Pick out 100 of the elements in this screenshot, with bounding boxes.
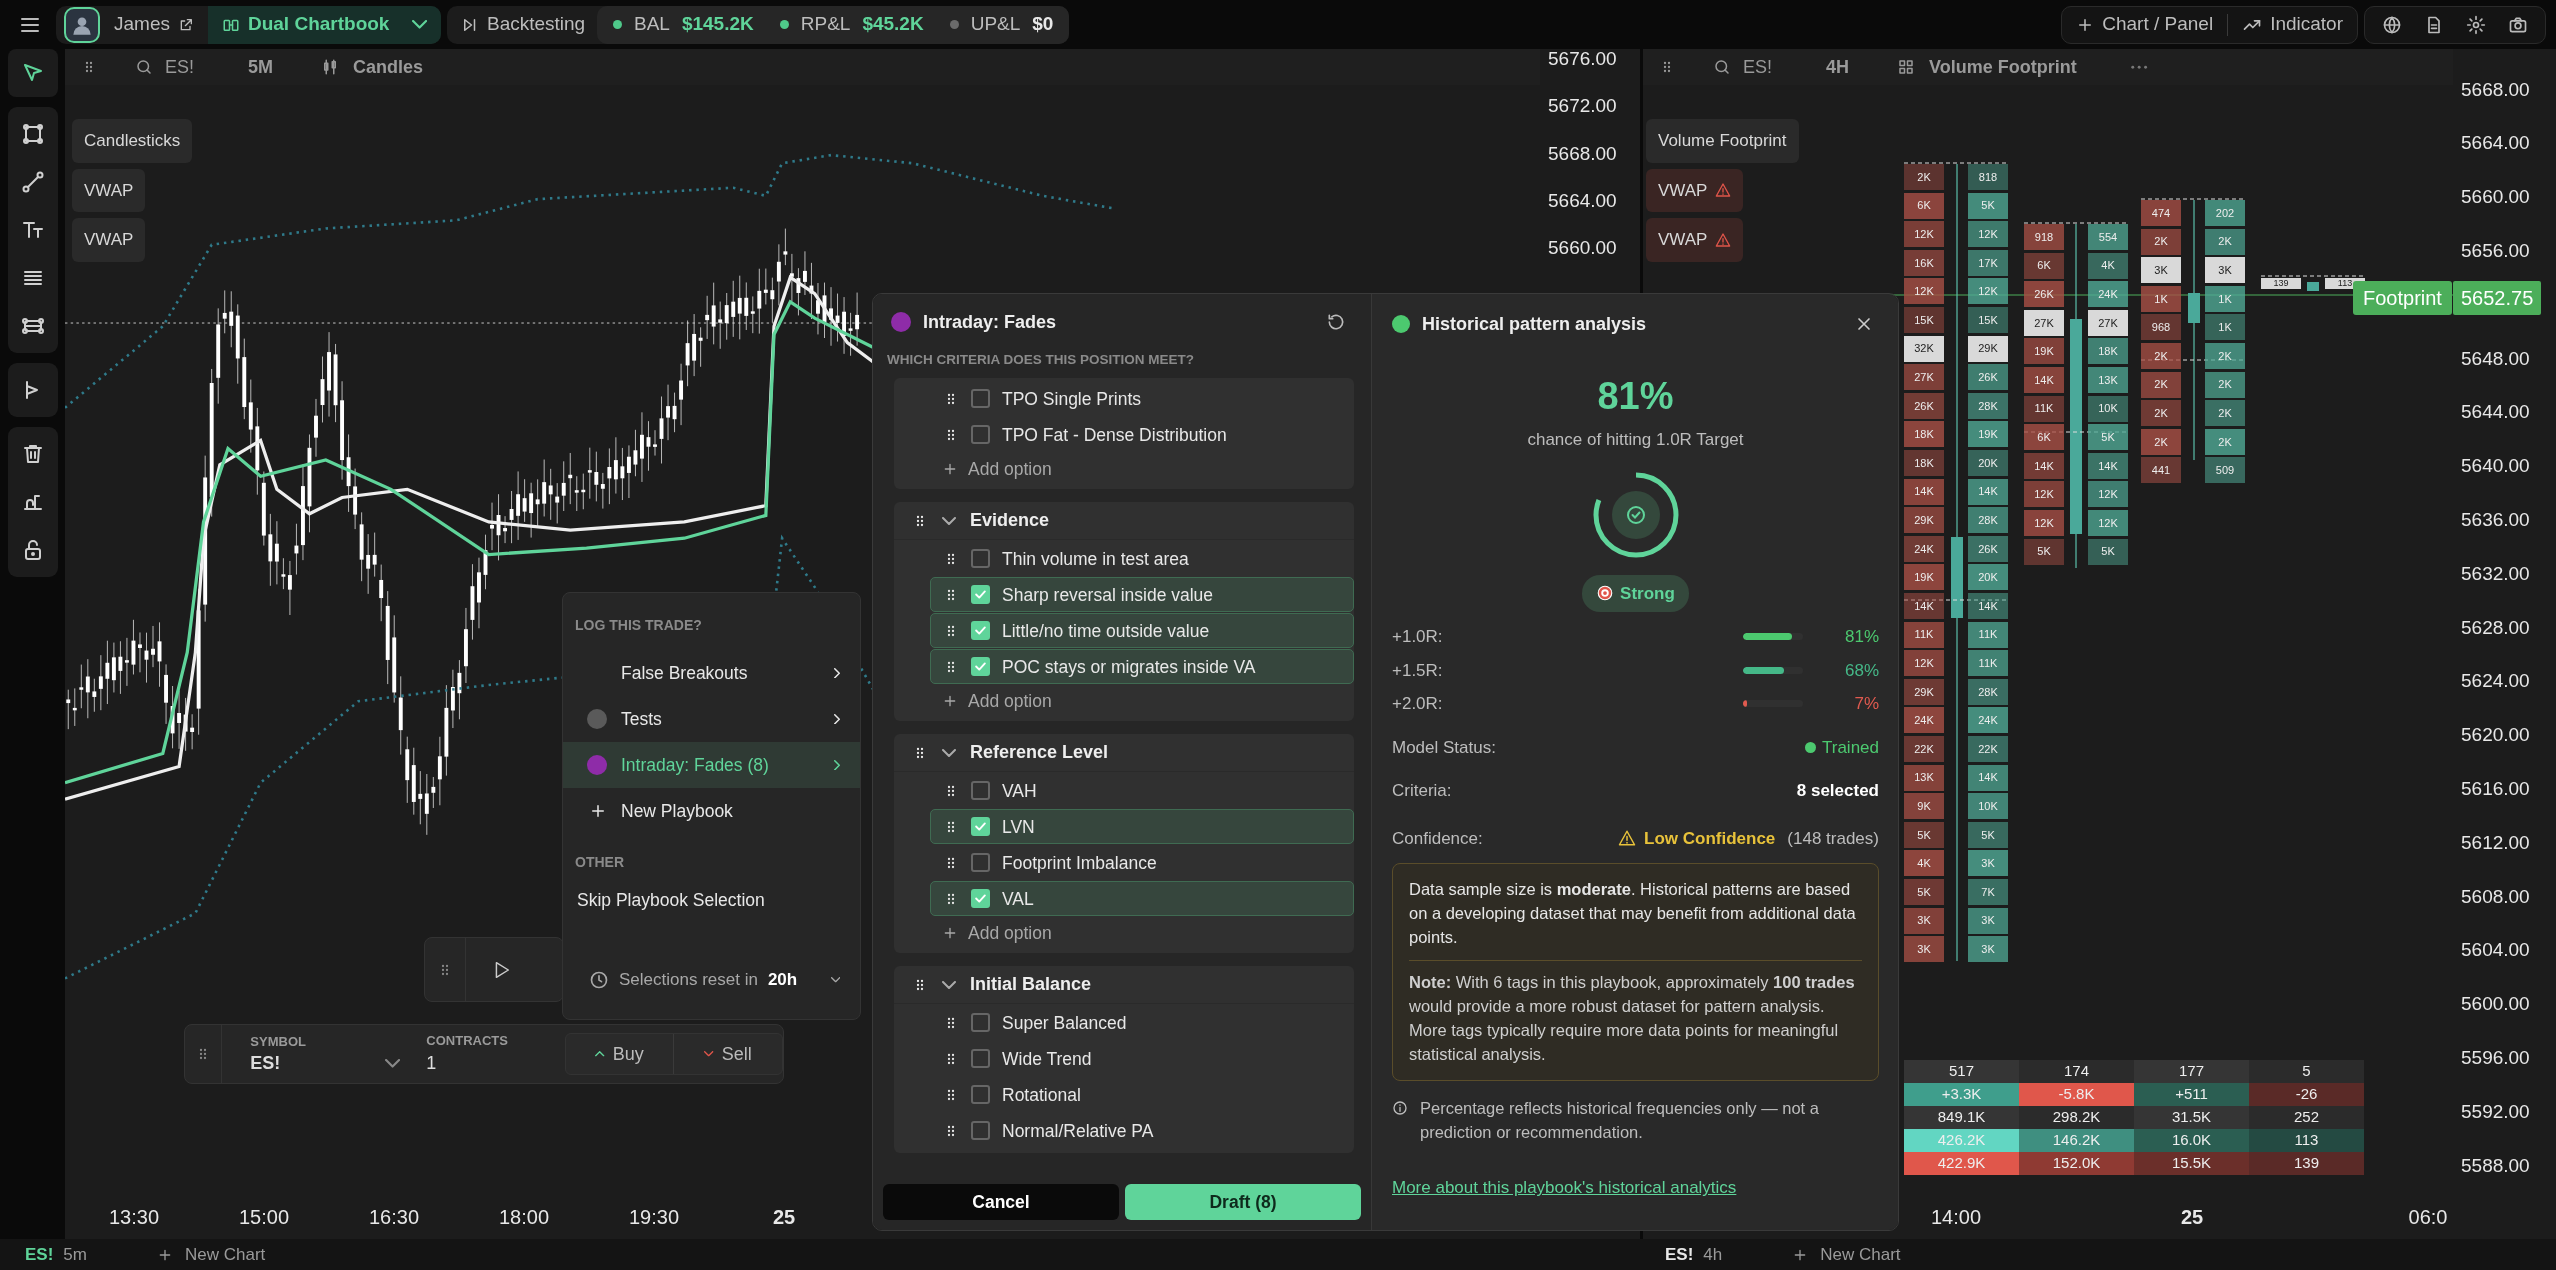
ask-volume: 2K [2205,371,2245,398]
tool-button[interactable] [7,49,58,97]
symbol-search[interactable]: ES! [135,52,194,82]
user-button[interactable]: James [100,5,208,44]
summary-cell: 422.9K [1904,1152,2019,1175]
field-label: Model Status: [1392,736,1496,759]
chart-panel-button[interactable]: Chart / Panel [2062,5,2228,44]
reset-selector[interactable]: Selections reset in 20h [563,957,860,1003]
new-playbook-button[interactable]: New Playbook [563,788,860,834]
checkbox[interactable] [971,389,990,409]
chart-style-button[interactable]: Candles [287,52,424,82]
more-icon[interactable] [2129,64,2148,70]
backtesting-button[interactable]: Backtesting [446,5,597,44]
target-value: 7% [1853,693,1879,715]
indicator-chip[interactable]: VWAP [72,218,146,262]
playbook-item[interactable]: Tests [563,696,860,742]
playbook-item[interactable]: Intraday: Fades (8) [563,742,860,788]
ask-volume: 11K [1968,650,2008,677]
indicator-chip[interactable]: VWAP [1646,218,1744,262]
stat-label: UP&L [970,12,1021,37]
add-option-link[interactable]: Add option [968,456,1052,483]
checkbox[interactable] [971,889,990,909]
interval-button[interactable]: 4H [1786,52,1850,82]
bid-volume: 4K [1904,850,1944,877]
checkbox[interactable] [971,1085,990,1105]
ask-volume: 20K [1968,450,2008,476]
checkbox[interactable] [971,585,990,605]
summary-cell: +511 [2134,1083,2249,1106]
draft-button[interactable]: Draft (8) [1125,1184,1361,1220]
checkbox[interactable] [971,1013,990,1033]
checkbox[interactable] [971,549,990,569]
add-option-link[interactable]: Add option [968,920,1052,947]
bid-volume: 22K [1904,736,1944,762]
criteria-label: Normal/Relative PA [1002,1119,1154,1143]
ask-volume: 818 [1968,164,2008,190]
bid-volume: 3K [2141,257,2181,284]
ask-volume: 2K [2205,400,2245,427]
ask-volume: 5K [2088,538,2128,565]
checkbox[interactable] [971,817,990,837]
note-text: Note: With 6 tags in this playbook, approximately 100 trades would provide a more robust dataset for pattern analysis. More tags typically require more data points for meaningful statistical analysis. [1409,959,1862,1067]
price-label: 5640.00 [2461,453,2530,478]
ask-volume: 3K [2205,257,2245,284]
ask-volume: 22K [1968,736,2008,762]
chevron-down-icon[interactable] [942,516,956,525]
chart-tab[interactable]: ES! 4h [1665,1240,1723,1269]
summary-cell: 146.2K [2019,1129,2134,1152]
chartbook-selector[interactable]: Dual Chartbook [207,5,441,44]
criteria-count: 8 selected [1796,780,1879,802]
indicator-chip[interactable]: Volume Footprint [1646,119,1799,163]
playbook-item[interactable]: False Breakouts [563,650,860,696]
criteria-label: Little/no time outside value [1002,619,1210,643]
bid-volume: 2K [2141,400,2181,427]
bid-volume: 9K [1904,793,1944,820]
avatar[interactable] [64,6,100,43]
indicator-chip[interactable]: VWAP [1646,168,1744,212]
cancel-button[interactable]: Cancel [883,1184,1119,1220]
checkbox[interactable] [971,657,990,677]
bid-volume: 12K [2024,510,2064,536]
summary-cell: 517 [1904,1060,2019,1083]
chevron-down-icon[interactable] [942,748,956,757]
ask-volume: 3K [1968,850,2008,877]
symbol-search[interactable]: ES! [1713,52,1772,82]
indicator-chip[interactable]: VWAP [72,168,146,212]
checkbox[interactable] [971,425,990,445]
checkbox[interactable] [971,1049,990,1069]
criteria-label: TPO Fat - Dense Distribution [1002,423,1227,447]
checkbox[interactable] [971,781,990,801]
interval-button[interactable]: 5M [208,52,274,82]
price-label: 5588.00 [2461,1153,2530,1178]
chevron-down-icon[interactable] [942,980,956,989]
symbol-select[interactable]: ES! [250,1051,401,1076]
price-label: 5668.00 [2461,77,2530,102]
new-chart-button[interactable]: New Chart [1732,1240,1901,1269]
criteria-label: TPO Single Prints [1002,387,1142,411]
indicator-chip[interactable]: Candlesticks [72,119,193,163]
contracts-field[interactable]: 1 [426,1050,547,1078]
criteria-label: Footprint Imbalance [1002,851,1157,875]
ask-volume: 28K [1968,678,2008,705]
ask-volume: 4K [2088,252,2128,279]
gauge-center [1611,490,1660,539]
sell-button[interactable]: Sell [674,1034,782,1074]
buy-button[interactable]: Buy [566,1034,674,1074]
bid-volume: 26K [2024,281,2064,308]
ask-volume: 20K [1968,564,2008,591]
checkbox[interactable] [971,1121,990,1141]
checkbox[interactable] [971,621,990,641]
chart-tab[interactable]: ES! 5m [25,1240,87,1269]
add-option-link[interactable]: Add option [968,688,1052,715]
indicator-button[interactable]: Indicator [2228,5,2357,44]
note-text: Data sample size is moderate. Historical patterns are based on a developing dataset that may benefit from additional data points. [1409,879,1857,948]
chart-style-button[interactable]: Volume Footprint [1863,52,2077,82]
field-label: Confidence: [1392,827,1483,850]
checkbox[interactable] [971,853,990,873]
stat-label: RP&L [800,12,851,37]
new-chart-button[interactable]: New Chart [96,1240,266,1269]
bid-volume: 27K [1904,364,1944,391]
criteria-label: Rotational [1002,1083,1081,1107]
ask-volume: 17K [1968,249,2008,276]
skip-selection-item[interactable]: Skip Playbook Selection [563,877,860,923]
analytics-link[interactable]: More about this playbook's historical analytics [1392,1175,1737,1201]
